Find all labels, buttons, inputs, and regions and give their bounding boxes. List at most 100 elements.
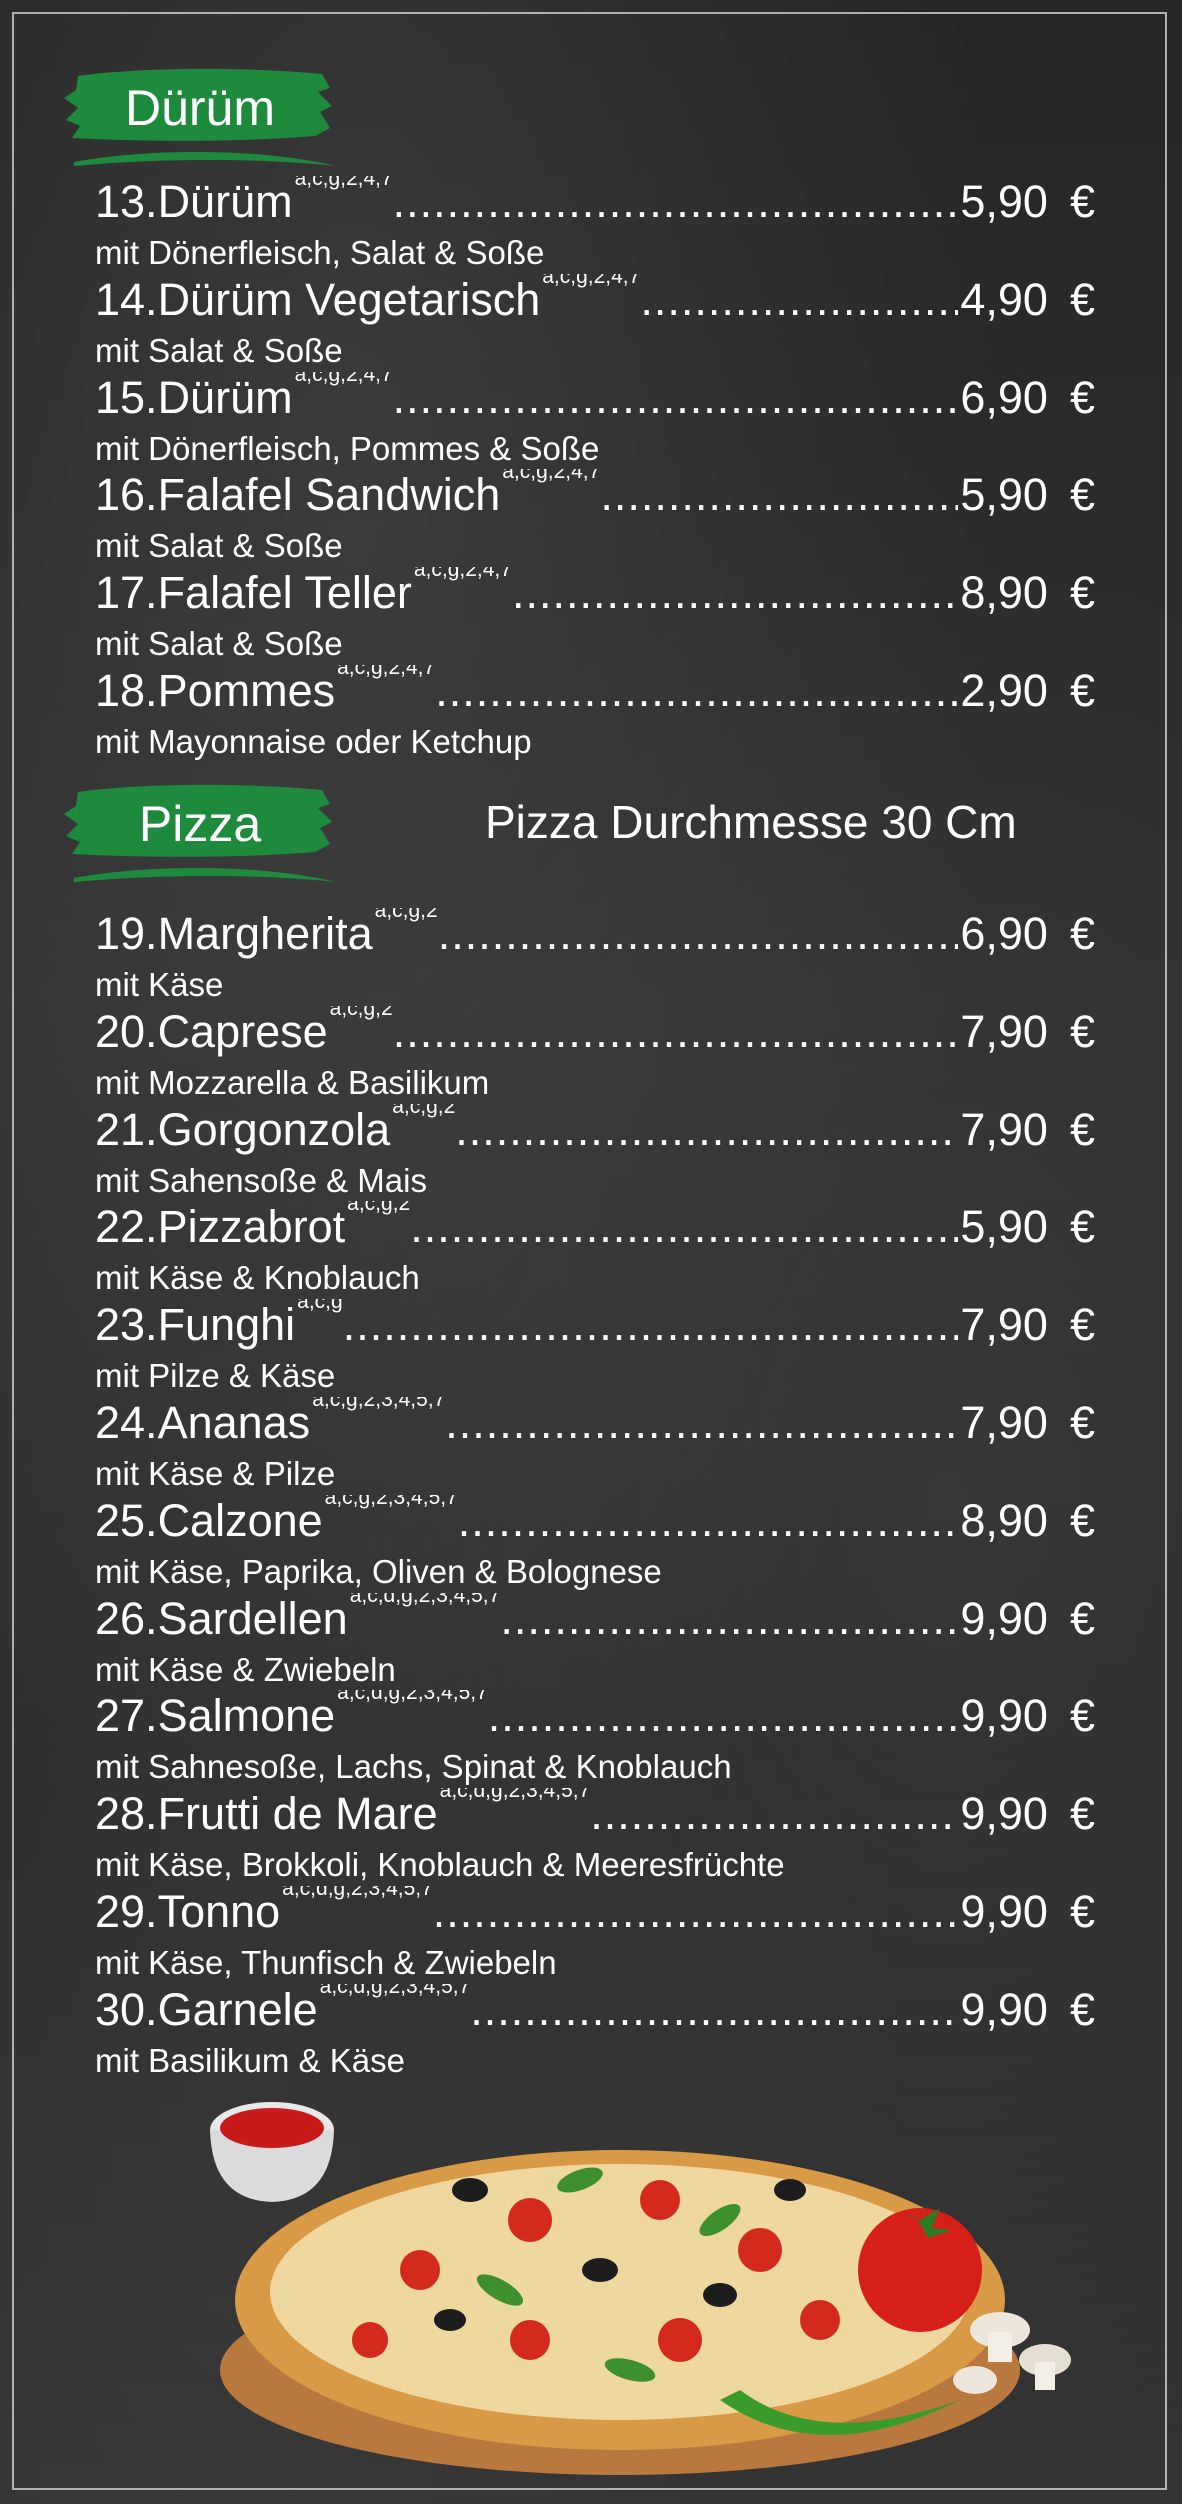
section-title-pizza: Pizza — [138, 796, 262, 852]
item-description: mit Salat & Soße — [95, 331, 343, 369]
item-price: 9,90 — [960, 1983, 1048, 2035]
menu-item: 29.Tonnoa,c,d,g,2,3,4,5,7 9,90 € mit Käse,… — [0, 1886, 1182, 1984]
item-number: 20. — [95, 1005, 158, 1057]
menu-item: 25.Calzonea,c,g,2,3,4,5,7 8,90 € mit Käse,… — [0, 1495, 1182, 1593]
item-number: 13. — [95, 176, 158, 227]
menu-item: 26.Sardellena,c,d,g,2,3,4,5,7 9,90 € mit K… — [0, 1593, 1182, 1691]
menu-item: 23.Funghia,c,g 7,90 € mit Pilze & Käse — [0, 1299, 1182, 1397]
menu-item: 22.Pizzabrota,c,g,2 5,90 € mit Käse & Knob… — [0, 1201, 1182, 1299]
currency-symbol: € — [1069, 1690, 1095, 1742]
item-name: Salmone — [157, 1690, 336, 1742]
menu-item: 27.Salmonea,c,d,g,2,3,4,5,7 9,90 € mit Sah… — [0, 1690, 1182, 1788]
item-description: mit Sahnesoße, Lachs, Spinat & Knoblauch — [95, 1748, 732, 1786]
dot-leader — [438, 908, 959, 960]
item-number: 23. — [95, 1299, 158, 1351]
dot-leader — [393, 176, 959, 228]
item-description: mit Mayonnaise oder Ketchup — [95, 722, 532, 760]
item-name: Margherita — [157, 908, 373, 959]
currency-symbol: € — [1069, 567, 1095, 619]
item-description: mit Käse & Knoblauch — [95, 1259, 420, 1297]
item-name: Calzone — [157, 1494, 323, 1546]
item-price: 8,90 — [960, 567, 1048, 619]
dot-leader — [488, 1690, 959, 1742]
item-allergens: a,c,g,2,4,7 — [502, 469, 601, 484]
sauce-bowl-icon — [210, 2102, 334, 2202]
currency-symbol: € — [1069, 1299, 1095, 1351]
dot-leader — [470, 1984, 958, 2036]
item-price: 5,90 — [960, 1201, 1048, 1253]
menu-item: 20.Capresea,c,g,2 7,90 € mit Mozzarella & … — [0, 1006, 1182, 1104]
item-price: 7,90 — [960, 1103, 1048, 1155]
dot-leader — [640, 274, 958, 326]
item-name: Garnele — [157, 1983, 318, 2035]
menu-item: 28.Frutti de Marea,c,d,g,2,3,4,5,79,90€ … — [0, 1788, 1182, 1886]
item-name: Pommes — [157, 664, 336, 716]
currency-symbol: € — [1069, 1885, 1095, 1937]
item-number: 22. — [95, 1201, 158, 1253]
item-number: 16. — [95, 469, 158, 521]
menu-item: 16.Falafel Sandwicha,c,g,2,4,7 5,90 € mit … — [0, 469, 1182, 567]
menu-item: 15.Dürüma,c,g,2,4,7 6,90 € mit Dönerfleisc… — [0, 372, 1182, 470]
currency-symbol: € — [1069, 1201, 1095, 1253]
item-name: Dürüm Vegetarisch — [157, 273, 541, 325]
currency-symbol: € — [1069, 371, 1095, 423]
menu-item: 30.Garnelea,c,d,g,2,3,4,5,79,90€ mit Bas… — [0, 1984, 1182, 2082]
item-name: Pizzabrot — [157, 1201, 346, 1253]
item-allergens: a,c,d,g,2,3,4,5,7 — [337, 1690, 488, 1705]
menu-page: Dürüm 13.Dürüma,c,g,2,4,75,90€ mit Döner… — [0, 0, 1182, 2504]
item-price: 5,90 — [960, 469, 1048, 521]
item-price: 4,90 — [960, 273, 1048, 325]
currency-symbol: € — [1069, 1788, 1095, 1840]
item-number: 15. — [95, 371, 158, 423]
item-allergens: a,c,d,g,2,3,4,5,7 — [319, 1983, 471, 1998]
section-banner-pizza: Pizza — [60, 778, 340, 888]
item-price: 7,90 — [960, 1396, 1048, 1448]
item-number: 27. — [95, 1690, 158, 1742]
item-number: 26. — [95, 1592, 158, 1644]
item-price: 9,90 — [960, 1788, 1048, 1840]
item-allergens: a,c,d,g,2,3,4,5,7 — [282, 1885, 433, 1900]
currency-symbol: € — [1069, 1494, 1095, 1546]
dot-leader — [393, 372, 959, 424]
item-description: mit Sahensoße & Mais — [95, 1161, 427, 1199]
dot-leader — [343, 1299, 959, 1351]
item-allergens: a,c,g,2,4,7 — [294, 176, 393, 190]
item-allergens: a,c,g,2,3,4,5,7 — [312, 1396, 446, 1411]
item-description: mit Pilze & Käse — [95, 1357, 336, 1395]
item-number: 14. — [95, 273, 158, 325]
menu-item: 21.Gorgonzolaa,c,g,2 7,90 € mit Sahensoße … — [0, 1104, 1182, 1202]
currency-symbol: € — [1069, 1005, 1095, 1057]
item-allergens: a,c,g,2,4,7 — [294, 371, 393, 386]
item-price: 9,90 — [960, 1592, 1048, 1644]
item-allergens: a,c,g — [297, 1299, 343, 1314]
item-price: 6,90 — [960, 371, 1048, 423]
item-number: 28. — [95, 1788, 158, 1840]
currency-symbol: € — [1069, 1396, 1095, 1448]
menu-item: 18.Pommesa,c,g,2,4,7 2,90 € mit Mayonnaise… — [0, 665, 1182, 763]
menu-item: 19.Margheritaa,c,g,2 6,90 € mit Käse — [0, 908, 1182, 1006]
pizza-diameter-note: Pizza Durchmesse 30 Cm — [485, 796, 1017, 848]
item-description: mit Käse — [95, 966, 224, 1003]
tomato-icon — [858, 2208, 982, 2332]
section-banner-durum: Dürüm — [60, 62, 340, 172]
section-durum-list: 13.Dürüma,c,g,2,4,75,90€ mit Dönerfleisc… — [0, 176, 1182, 763]
item-number: 18. — [95, 664, 158, 716]
dot-leader — [410, 1201, 958, 1253]
item-name: Ananas — [157, 1396, 311, 1448]
item-description: mit Käse, Brokkoli, Knoblauch & Meeresfr… — [95, 1846, 785, 1884]
item-description: mit Käse & Zwiebeln — [95, 1650, 396, 1688]
item-allergens: a,c,g,2 — [347, 1201, 411, 1216]
item-price: 7,90 — [960, 1005, 1048, 1057]
item-allergens: a,c,g,2 — [392, 1103, 456, 1118]
menu-item: 14.Dürüm Vegetarischa,c,g,2,4,7 4,90 € mit… — [0, 274, 1182, 372]
item-price: 9,90 — [960, 1690, 1048, 1742]
item-allergens: a,c,d,g,2,3,4,5,7 — [439, 1788, 591, 1803]
dot-leader — [393, 1006, 959, 1058]
item-name: Dürüm — [157, 176, 293, 227]
item-description: mit Käse, Thunfisch & Zwiebeln — [95, 1943, 557, 1981]
item-name: Sardellen — [157, 1592, 348, 1644]
item-allergens: a,c,g,2 — [329, 1005, 393, 1020]
currency-symbol: € — [1069, 273, 1095, 325]
item-name: Dürüm — [157, 371, 293, 423]
currency-symbol: € — [1069, 1983, 1095, 2035]
